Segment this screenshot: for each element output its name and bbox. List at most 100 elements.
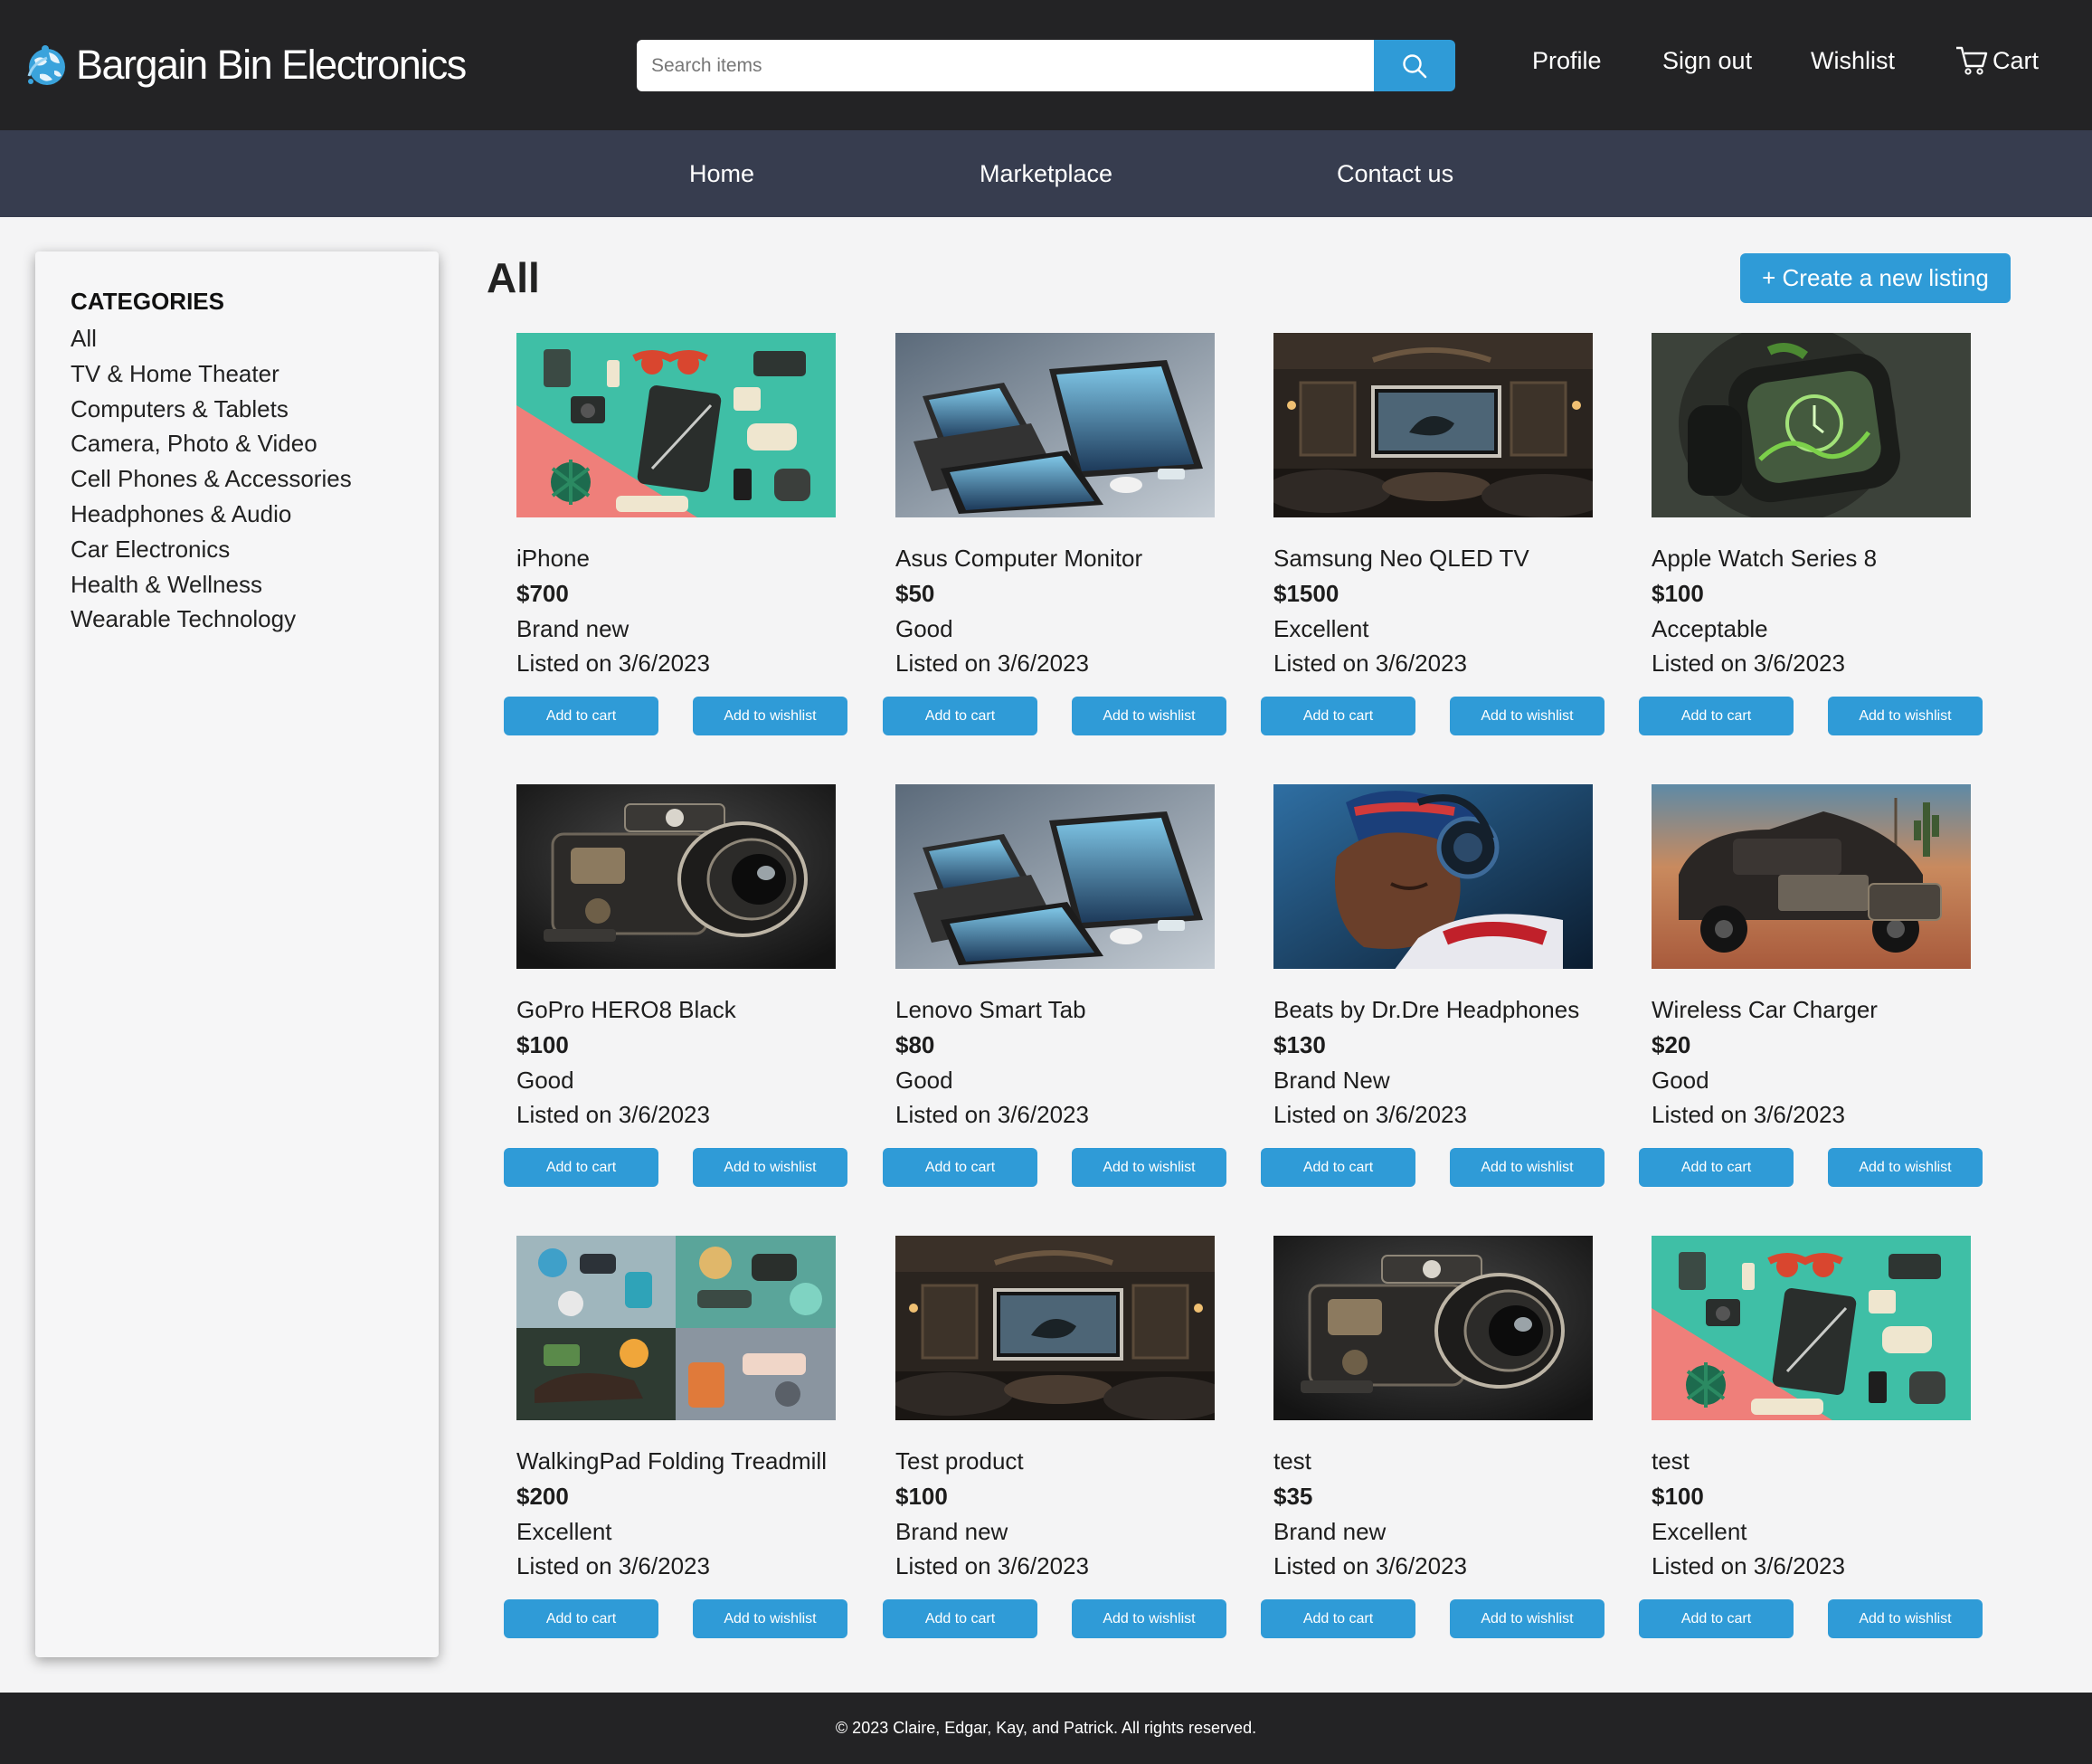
product-condition: Good (895, 614, 953, 642)
product-image[interactable] (1273, 784, 1593, 969)
add-to-cart-button[interactable]: Add to cart (1261, 1599, 1415, 1638)
add-to-cart-button[interactable]: Add to cart (883, 1599, 1037, 1638)
add-to-cart-button[interactable]: Add to cart (1261, 697, 1415, 735)
add-to-wishlist-button[interactable]: Add to wishlist (693, 1599, 847, 1638)
add-to-cart-button[interactable]: Add to cart (1639, 1148, 1794, 1187)
product-image[interactable] (1652, 1236, 1971, 1420)
product-price: $50 (895, 579, 935, 607)
category-computers-tablets[interactable]: Computers & Tablets (71, 392, 403, 427)
add-to-cart-button[interactable]: Add to cart (504, 1148, 658, 1187)
product-image[interactable] (1273, 333, 1593, 517)
product-details: Lenovo Smart Tab $80 Good Listed on 3/6/202… (895, 992, 1089, 1133)
search-input[interactable] (637, 40, 1374, 91)
brand[interactable]: Bargain Bin Electronics (24, 40, 467, 90)
product-condition: Brand new (1273, 1517, 1387, 1545)
product-card: Beats by Dr.Dre Headphones $130 Brand New L… (1261, 784, 1617, 1191)
product-price: $100 (895, 1482, 948, 1510)
product-name[interactable]: test (1273, 1444, 1467, 1479)
product-name[interactable]: Samsung Neo QLED TV (1273, 541, 1529, 576)
add-to-wishlist-button[interactable]: Add to wishlist (1450, 1148, 1604, 1187)
product-name[interactable]: Asus Computer Monitor (895, 541, 1142, 576)
product-card: iPhone $700 Brand new Listed on 3/6/2023 Add… (504, 333, 860, 740)
product-image[interactable] (1273, 1236, 1593, 1420)
product-condition: Good (1652, 1066, 1709, 1094)
product-listed-date: Listed on 3/6/2023 (1273, 650, 1467, 678)
product-price: $100 (1652, 1482, 1704, 1510)
top-bar: Bargain Bin Electronics Profile Sign out… (0, 0, 2092, 130)
cart-icon (1956, 46, 1988, 75)
add-to-cart-button[interactable]: Add to cart (504, 1599, 658, 1638)
product-details: Beats by Dr.Dre Headphones $130 Brand New L… (1273, 992, 1579, 1133)
product-image[interactable] (1652, 784, 1971, 969)
product-condition: Brand new (516, 614, 629, 642)
category-wearable-technology[interactable]: Wearable Technology (71, 602, 403, 637)
add-to-cart-button[interactable]: Add to cart (1639, 1599, 1794, 1638)
create-listing-button[interactable]: + Create a new listing (1740, 253, 2011, 303)
wishlist-link[interactable]: Wishlist (1811, 47, 1895, 75)
product-name[interactable]: Apple Watch Series 8 (1652, 541, 1877, 576)
product-name[interactable]: GoPro HERO8 Black (516, 992, 736, 1028)
product-name[interactable]: Test product (895, 1444, 1089, 1479)
product-condition: Excellent (1273, 614, 1369, 642)
product-image[interactable] (895, 784, 1215, 969)
add-to-wishlist-button[interactable]: Add to wishlist (1072, 1148, 1226, 1187)
product-listed-date: Listed on 3/6/2023 (516, 650, 710, 678)
add-to-wishlist-button[interactable]: Add to wishlist (1450, 697, 1604, 735)
add-to-wishlist-button[interactable]: Add to wishlist (1828, 697, 1983, 735)
globe-logo-icon (27, 45, 65, 85)
add-to-cart-button[interactable]: Add to cart (883, 1148, 1037, 1187)
product-card: Lenovo Smart Tab $80 Good Listed on 3/6/202… (883, 784, 1239, 1191)
product-name[interactable]: WalkingPad Folding Treadmill (516, 1444, 827, 1479)
product-name[interactable]: Lenovo Smart Tab (895, 992, 1089, 1028)
nav-contact[interactable]: Contact us (1337, 160, 1453, 188)
product-image[interactable] (895, 333, 1215, 517)
product-price: $80 (895, 1030, 935, 1058)
search-button[interactable] (1374, 40, 1455, 91)
product-condition: Excellent (1652, 1517, 1747, 1545)
product-name[interactable]: Beats by Dr.Dre Headphones (1273, 992, 1579, 1028)
category-health-wellness[interactable]: Health & Wellness (71, 567, 403, 602)
product-listed-date: Listed on 3/6/2023 (1652, 650, 1845, 678)
categories-heading: CATEGORIES (71, 288, 224, 315)
product-condition: Brand new (895, 1517, 1008, 1545)
add-to-wishlist-button[interactable]: Add to wishlist (1072, 1599, 1226, 1638)
profile-link[interactable]: Profile (1532, 47, 1602, 75)
product-details: Test product $100 Brand new Listed on 3/6/2… (895, 1444, 1089, 1584)
product-listed-date: Listed on 3/6/2023 (895, 1101, 1089, 1129)
add-to-cart-button[interactable]: Add to cart (883, 697, 1037, 735)
product-price: $100 (1652, 579, 1704, 607)
product-name[interactable]: test (1652, 1444, 1845, 1479)
sign-out-link[interactable]: Sign out (1662, 47, 1752, 75)
add-to-cart-button[interactable]: Add to cart (1261, 1148, 1415, 1187)
add-to-wishlist-button[interactable]: Add to wishlist (1450, 1599, 1604, 1638)
categories-sidebar: CATEGORIES All TV & Home Theater Compute… (35, 251, 439, 1657)
category-tv-home-theater[interactable]: TV & Home Theater (71, 356, 403, 392)
category-camera-photo-video[interactable]: Camera, Photo & Video (71, 426, 403, 461)
add-to-wishlist-button[interactable]: Add to wishlist (1072, 697, 1226, 735)
add-to-wishlist-button[interactable]: Add to wishlist (1828, 1148, 1983, 1187)
product-name[interactable]: Wireless Car Charger (1652, 992, 1878, 1028)
add-to-wishlist-button[interactable]: Add to wishlist (1828, 1599, 1983, 1638)
main-nav: Home Marketplace Contact us (0, 130, 2092, 217)
category-all[interactable]: All (71, 321, 403, 356)
add-to-cart-button[interactable]: Add to cart (504, 697, 658, 735)
category-car-electronics[interactable]: Car Electronics (71, 532, 403, 567)
nav-home[interactable]: Home (689, 160, 754, 188)
product-price: $20 (1652, 1030, 1691, 1058)
product-price: $130 (1273, 1030, 1326, 1058)
nav-marketplace[interactable]: Marketplace (980, 160, 1112, 188)
category-cell-phones[interactable]: Cell Phones & Accessories (71, 461, 403, 497)
product-image[interactable] (516, 1236, 836, 1420)
product-image[interactable] (516, 333, 836, 517)
add-to-cart-button[interactable]: Add to cart (1639, 697, 1794, 735)
product-image[interactable] (1652, 333, 1971, 517)
cart-link[interactable]: Cart (1955, 43, 2039, 78)
product-image[interactable] (895, 1236, 1215, 1420)
product-details: Apple Watch Series 8 $100 Acceptable Listed… (1652, 541, 1877, 681)
add-to-wishlist-button[interactable]: Add to wishlist (693, 1148, 847, 1187)
category-headphones-audio[interactable]: Headphones & Audio (71, 497, 403, 532)
product-name[interactable]: iPhone (516, 541, 710, 576)
product-condition: Good (895, 1066, 953, 1094)
product-image[interactable] (516, 784, 836, 969)
add-to-wishlist-button[interactable]: Add to wishlist (693, 697, 847, 735)
